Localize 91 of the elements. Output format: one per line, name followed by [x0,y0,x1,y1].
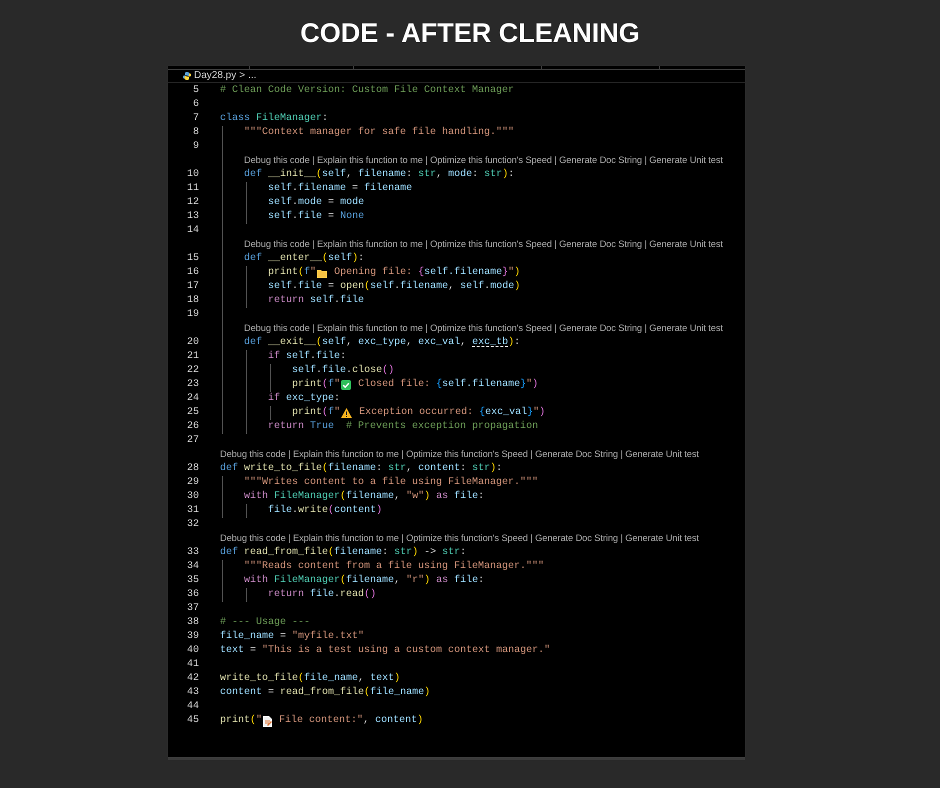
code-text: with FileManager(filename, "w") as file: [243,492,484,502]
line-number: 15 [186,254,200,264]
line-number: 20 [186,338,200,348]
line-number: 37 [186,604,200,614]
code-text: """Context manager for safe file handling.""" [243,128,514,138]
code-text: self.file.close() [291,366,394,376]
code-text: def __enter__(self): [243,254,364,264]
code-text: """Reads content from a file using FileManager.""" [243,562,544,572]
line-number: 7 [192,114,200,124]
line-number: 21 [186,352,200,362]
line-number: 26 [186,422,200,432]
line-number: 16 [186,268,200,278]
breadcrumb-file[interactable]: Day28.py [194,71,236,81]
code-text: with FileManager(filename, "r") as file: [243,576,484,586]
line-number: 35 [186,576,200,586]
code-text: # Clean Code Version: Custom File Context Manager [220,86,514,96]
line-number: 10 [186,170,200,180]
code-text: print(f" [291,380,340,390]
line-number: 5 [192,86,200,96]
line-number: 36 [186,590,200,600]
code-text: # --- Usage --- [220,618,310,628]
folder-icon [317,268,328,278]
code-text: print(f" [267,268,316,278]
code-text: class FileManager: [220,114,328,124]
code-text: Closed file: {self.filename}") [357,380,538,390]
line-number: 27 [186,436,200,446]
code-text: return True # Prevents exception propagation [267,422,538,432]
code-text: content = read_from_file(file_name) [220,688,430,698]
line-number: 13 [186,212,200,222]
line-number: 19 [186,310,200,320]
code-text: if self.file: [267,352,346,362]
code-lens[interactable]: Debug this code | Explain this function to me | Optimize this function's Speed | Generate Doc String | Generate Unit test [244,156,723,166]
code-text: def __init__(self, filename: str, mode: str): [243,170,514,180]
line-number: 42 [186,674,200,684]
code-text: """Writes content to a file using FileManager.""" [243,478,538,488]
line-number: 32 [186,520,200,530]
code-text: text = "This is a test using a custom context manager." [220,646,550,656]
breadcrumb-more[interactable]: ... [248,71,256,81]
line-number: 11 [186,184,200,194]
line-number: 44 [186,702,200,712]
line-number: 39 [186,632,200,642]
page-title: CODE - AFTER CLEANING [300,17,640,49]
code-text: return self.file [267,296,364,306]
line-number: 23 [186,380,200,390]
code-text: print(f" [291,408,340,418]
code-text: file.write(content) [267,506,382,516]
code-lens[interactable]: Debug this code | Explain this function to me | Optimize this function's Speed | Generate Doc String | Generate Unit test [244,240,723,250]
line-number: 28 [186,464,200,474]
code-text: Exception occurred: {exc_val}") [358,408,546,418]
line-number: 17 [186,282,200,292]
line-number: 30 [186,492,200,502]
line-number: 34 [186,562,200,572]
code-text: self.filename = filename [267,184,412,194]
code-text: self.file = open(self.filename, self.mode) [267,282,520,292]
code-text: write_to_file(file_name, text) [220,674,400,684]
warning-icon [341,408,352,418]
line-number: 14 [186,226,200,236]
code-text: if exc_type: [267,394,340,404]
line-number: 40 [186,646,200,656]
code-lens[interactable]: Debug this code | Explain this function to me | Optimize this function's Speed | Generate Doc String | Generate Unit test [220,450,699,460]
document-icon [263,716,272,726]
code-lens[interactable]: Debug this code | Explain this function to me | Optimize this function's Speed | Generate Doc String | Generate Unit test [244,324,723,334]
line-number: 41 [186,660,200,670]
code-text: return file.read() [267,590,376,600]
code-text: Opening file: {self.filename}") [333,268,520,278]
line-number: 25 [186,408,200,418]
code-text: file_name = "myfile.txt" [220,632,364,642]
code-text: def write_to_file(filename: str, content: str): [220,464,502,474]
code-text: def __exit__(self, exc_type, exc_val, exc_tb): [243,338,520,348]
line-number: 12 [186,198,200,208]
code-text: File content:", content) [278,716,424,726]
line-number: 6 [192,100,200,110]
code-lens[interactable]: Debug this code | Explain this function to me | Optimize this function's Speed | Generate Doc String | Generate Unit test [220,534,699,544]
line-number: 22 [186,366,200,376]
check-icon [341,380,352,390]
python-file-icon [183,72,191,80]
line-number: 18 [186,296,200,306]
breadcrumb-separator: > [239,71,246,81]
line-number: 24 [186,394,200,404]
code-text: def read_from_file(filename: str) -> str: [220,548,466,558]
code-text: self.file = None [267,212,364,222]
line-number: 45 [186,716,200,726]
line-number: 33 [186,548,200,558]
line-number: 9 [192,142,200,152]
line-number: 8 [192,128,200,138]
line-number: 31 [186,506,200,516]
line-number: 29 [186,478,200,488]
code-text: self.mode = mode [267,198,364,208]
code-text: print(" [220,716,262,726]
line-number: 38 [186,618,200,628]
line-number: 43 [186,688,200,698]
